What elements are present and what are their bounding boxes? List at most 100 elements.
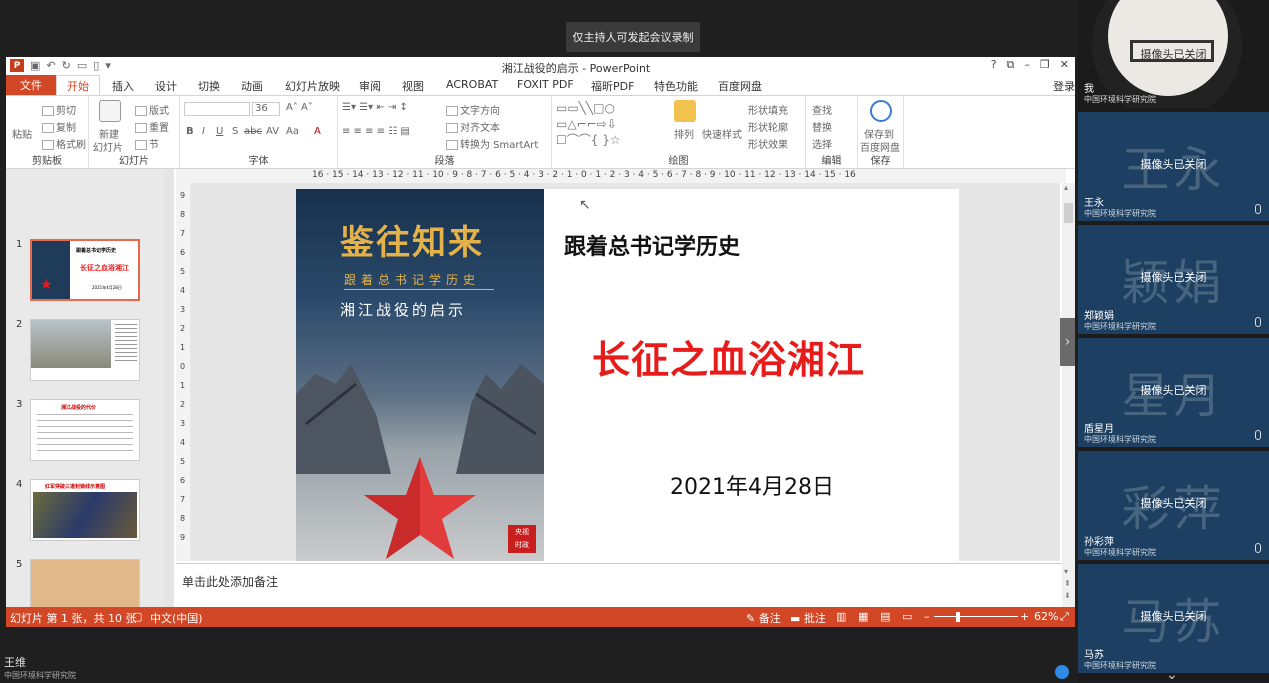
grow-font-icon[interactable]: A˄ A˅ [286, 102, 313, 113]
chevron-down-icon[interactable]: ⌄ [1166, 667, 1180, 683]
zoom-out-button[interactable]: – [924, 610, 930, 623]
mouse-cursor-icon: ↖ [579, 197, 591, 213]
participant-name: 我 [1084, 84, 1094, 95]
redo-icon[interactable]: ↻ [62, 59, 71, 72]
align-icons[interactable]: ≡ ≡ ≡ ≡ ☷ ▤ [342, 126, 410, 137]
ribbon-display-button[interactable]: ⧉ [1007, 58, 1015, 72]
bold-button[interactable]: B [186, 126, 194, 137]
strikethrough-button[interactable]: abc [244, 126, 262, 137]
shape-effects-button[interactable]: 形状效果 [748, 136, 788, 151]
tab-review[interactable]: 审阅 [359, 78, 381, 94]
tab-view[interactable]: 视图 [402, 78, 424, 94]
chat-icon[interactable] [1055, 665, 1069, 679]
thumbnail-slide-3[interactable]: 湘江战役的代价 [30, 399, 140, 461]
close-button[interactable]: ✕ [1060, 58, 1069, 72]
shadow-button[interactable]: S [232, 126, 238, 137]
smartart-button[interactable]: 转换为 SmartArt [446, 136, 538, 151]
tab-file[interactable]: 文件 [6, 75, 56, 95]
tab-insert[interactable]: 插入 [112, 78, 134, 94]
slide-sorter-icon[interactable]: ▦ [858, 610, 868, 623]
new-doc-icon[interactable]: ▯ [93, 59, 99, 72]
thumbnail-slide-2[interactable] [30, 319, 140, 381]
normal-view-icon[interactable]: ▥ [836, 610, 846, 623]
replace-button[interactable]: 替换 [812, 119, 832, 134]
slide-scrollbar[interactable]: ▴ ▾ ⇞ ⇟ [1062, 183, 1075, 607]
next-page-arrow[interactable]: › [1060, 318, 1075, 366]
paste-button[interactable]: 粘贴 [12, 126, 32, 141]
tab-acrobat[interactable]: ACROBAT [446, 78, 498, 91]
tab-transitions[interactable]: 切换 [198, 78, 220, 94]
fit-slide-icon[interactable]: ⤢ [1060, 610, 1069, 624]
shapes-gallery[interactable]: ▭▭╲╲□○ ▭△⌐⌐⇨⇩ ☐⌒⌒{ }☆ [556, 100, 666, 148]
align-text-button[interactable]: 对齐文本 [446, 119, 500, 134]
tab-home[interactable]: 开始 [56, 75, 100, 95]
slide-title[interactable]: 长征之血浴湘江 [592, 329, 865, 384]
group-save: 保存到 百度网盘 保存 [858, 96, 904, 168]
vruler-mark: 5 [180, 267, 186, 276]
participant-self[interactable]: 摄像头已关闭 我 中国环境科学研究院 [1078, 0, 1269, 108]
tab-animations[interactable]: 动画 [241, 78, 263, 94]
ribbon-tabs: 文件 开始 插入 设计 切换 动画 幻灯片放映 审阅 视图 ACROBAT FO… [6, 75, 1075, 95]
zoom-in-button[interactable]: + [1020, 610, 1029, 623]
char-spacing-button[interactable]: AV [266, 126, 279, 137]
undo-icon[interactable]: ↶ [46, 59, 55, 72]
thumbnail-slide-1[interactable]: ★ 跟着总书记学历史 长征之血浴湘江 2021年4月28日 [30, 239, 140, 301]
slide-date[interactable]: 2021年4月28日 [670, 469, 834, 501]
zoom-level[interactable]: 62% [1034, 610, 1058, 623]
participant-tile[interactable]: 马苏 摄像头已关闭 马苏 中国环境科学研究院 [1078, 564, 1269, 673]
participant-tile[interactable]: 颖娟 摄像头已关闭 郑颖娟 中国环境科学研究院 [1078, 225, 1269, 334]
tab-slideshow[interactable]: 幻灯片放映 [285, 78, 340, 94]
participant-tile[interactable]: 王永 摄像头已关闭 王永 中国环境科学研究院 [1078, 112, 1269, 221]
save-icon[interactable]: ▣ [30, 59, 40, 72]
comments-button[interactable]: ▬ 批注 [790, 610, 826, 626]
font-size-select[interactable]: 36 [252, 102, 280, 116]
find-button[interactable]: 查找 [812, 102, 832, 117]
help-button[interactable]: ? [991, 58, 997, 72]
notes-button[interactable]: ✎ 备注 [746, 610, 781, 626]
layout-button[interactable]: 版式 [135, 102, 169, 117]
reset-button[interactable]: 重置 [135, 119, 169, 134]
slideshow-icon[interactable]: ▭ [77, 59, 87, 72]
select-button[interactable]: 选择 [812, 136, 832, 151]
minimize-button[interactable]: – [1024, 58, 1030, 72]
notes-pane[interactable]: 单击此处添加备注 [176, 563, 1062, 607]
thumbnails-scrollbar[interactable] [164, 169, 174, 607]
quick-styles-button[interactable]: 快速样式 [702, 126, 742, 141]
italic-button[interactable]: I [202, 126, 205, 137]
thumbnail-slide-4[interactable]: 红军突破三道封锁线示意图 [30, 479, 140, 541]
participant-tile[interactable]: 彩萍 摄像头已关闭 孙彩萍 中国环境科学研究院 [1078, 451, 1269, 560]
save-label: 保存 [870, 156, 891, 167]
text-direction-button[interactable]: 文字方向 [446, 102, 500, 117]
tab-foxit-pdf-cn[interactable]: 福昕PDF [591, 78, 634, 94]
zoom-slider-thumb[interactable] [956, 612, 960, 622]
section-button[interactable]: 节 [135, 136, 159, 151]
slides-label: 幻灯片 [119, 156, 149, 167]
tab-design[interactable]: 设计 [155, 78, 177, 94]
tab-features[interactable]: 特色功能 [654, 78, 698, 94]
change-case-button[interactable]: Aa [286, 126, 299, 137]
format-painter-button[interactable]: 格式刷 [42, 136, 86, 151]
current-slide[interactable]: 鉴往知来 跟着总书记学历史 湘江战役的启示 央视 时政 跟着总书记学历史 长征之… [296, 189, 959, 561]
shape-fill-button[interactable]: 形状填充 [748, 102, 788, 117]
shape-outline-button[interactable]: 形状轮廓 [748, 119, 788, 134]
customize-icon[interactable]: ▾ [105, 59, 111, 72]
vruler-mark: 5 [180, 457, 186, 466]
cut-button[interactable]: 剪切 [42, 102, 76, 117]
zoom-slider[interactable] [934, 616, 1018, 617]
font-name-select[interactable] [184, 102, 250, 116]
slideshow-view-icon[interactable]: ▭ [902, 610, 912, 623]
reading-view-icon[interactable]: ▤ [880, 610, 890, 623]
spellcheck-icon[interactable]: ▢ [132, 610, 142, 623]
bullets-icon[interactable]: ☰▾ ☰▾ ⇤ ⇥ ↕ [342, 102, 408, 113]
tab-baidu-netdisk[interactable]: 百度网盘 [718, 78, 762, 94]
copy-button[interactable]: 复制 [42, 119, 76, 134]
language-indicator[interactable]: 中文(中国) [150, 610, 203, 626]
font-color-button[interactable]: A [314, 126, 321, 137]
login-link[interactable]: 登录 [1053, 78, 1075, 94]
restore-button[interactable]: ❐ [1040, 58, 1050, 72]
underline-button[interactable]: U [216, 126, 223, 137]
tab-foxit-pdf[interactable]: FOXIT PDF [517, 78, 574, 91]
arrange-button[interactable]: 排列 [674, 126, 694, 141]
participant-tile[interactable]: 星月 摄像头已关闭 盾星月 中国环境科学研究院 [1078, 338, 1269, 447]
slide-heading[interactable]: 跟着总书记学历史 [564, 229, 740, 261]
